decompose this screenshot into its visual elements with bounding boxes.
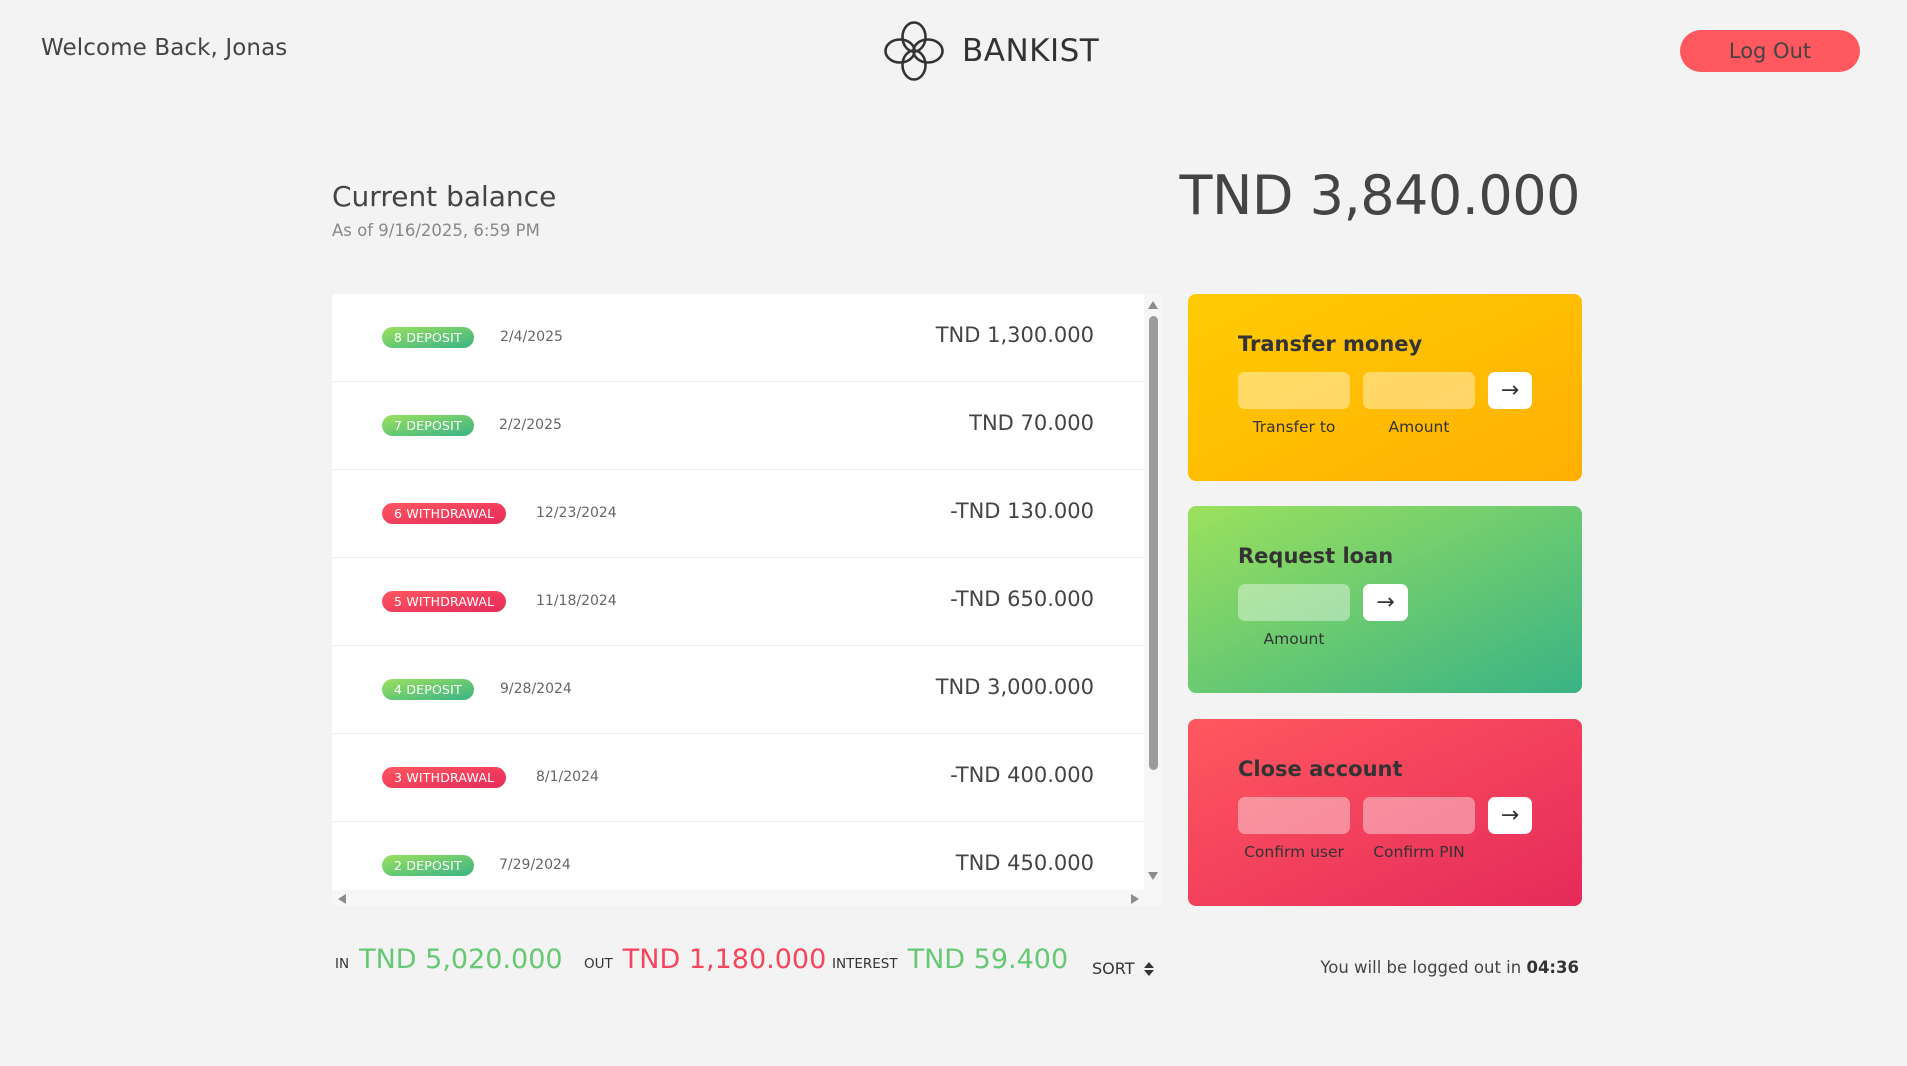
arrow-right-icon: → bbox=[1500, 378, 1520, 403]
movement-date: 2/2/2025 bbox=[499, 417, 562, 433]
summary: In TND 5,020.000 Out TND 1,180.000 Inter… bbox=[335, 944, 1165, 984]
loan-amount-label: Amount bbox=[1263, 630, 1325, 648]
logout-timer-prefix: You will be logged out in bbox=[1320, 958, 1527, 977]
sort-label: SORT bbox=[1092, 959, 1135, 978]
loan-amount-field-group: Amount bbox=[1238, 584, 1350, 648]
movement-row: 7 DEPOSIT 2/2/2025 TND 70.000 bbox=[332, 382, 1144, 470]
transfer-to-input[interactable] bbox=[1238, 372, 1350, 409]
balance-value: TND 3,840.000 bbox=[1179, 164, 1581, 227]
balance-date: As of 9/16/2025, 6:59 PM bbox=[332, 221, 540, 240]
summary-out-label: Out bbox=[584, 956, 613, 972]
horizontal-scrollbar[interactable] bbox=[332, 890, 1163, 906]
scroll-right-icon[interactable] bbox=[1131, 894, 1139, 904]
transfer-amount-label: Amount bbox=[1388, 418, 1450, 436]
movement-value: -TND 400.000 bbox=[950, 763, 1094, 787]
arrow-right-icon: → bbox=[1500, 803, 1520, 828]
movement-type-badge: 7 DEPOSIT bbox=[382, 415, 474, 436]
transfer-amount-field-group: Amount bbox=[1363, 372, 1475, 436]
scrollbar-thumb[interactable] bbox=[1149, 316, 1158, 770]
bankist-logo-icon bbox=[884, 21, 944, 81]
transfer-submit-button[interactable]: → bbox=[1488, 372, 1532, 409]
movement-date: 8/1/2024 bbox=[536, 769, 599, 785]
transfer-form: Transfer to Amount → bbox=[1238, 372, 1532, 436]
close-account-title: Close account bbox=[1238, 757, 1403, 781]
movements-rows: 8 DEPOSIT 2/4/2025 TND 1,300.000 7 DEPOS… bbox=[332, 294, 1144, 906]
summary-out-value: TND 1,180.000 bbox=[622, 944, 827, 975]
transfer-to-label: Transfer to bbox=[1252, 418, 1336, 436]
movement-type-badge: 3 WITHDRAWAL bbox=[382, 767, 507, 788]
close-account-submit-button[interactable]: → bbox=[1488, 797, 1532, 834]
loan-card: Request loan Amount → bbox=[1188, 506, 1582, 693]
summary-interest-value: TND 59.400 bbox=[907, 944, 1069, 975]
confirm-pin-input[interactable] bbox=[1363, 797, 1475, 834]
movement-value: -TND 130.000 bbox=[950, 499, 1094, 523]
movement-row: 5 WITHDRAWAL 11/18/2024 -TND 650.000 bbox=[332, 558, 1144, 646]
loan-form: Amount → bbox=[1238, 584, 1532, 648]
movement-row: 6 WITHDRAWAL 12/23/2024 -TND 130.000 bbox=[332, 470, 1144, 558]
movement-date: 7/29/2024 bbox=[499, 857, 571, 873]
movement-type-badge: 6 WITHDRAWAL bbox=[382, 503, 507, 524]
transfer-to-field-group: Transfer to bbox=[1238, 372, 1350, 436]
summary-in-label: In bbox=[335, 956, 350, 972]
summary-interest-label: Interest bbox=[832, 956, 898, 972]
movements-list[interactable]: 8 DEPOSIT 2/4/2025 TND 1,300.000 7 DEPOS… bbox=[332, 294, 1163, 906]
confirm-pin-label: Confirm PIN bbox=[1373, 843, 1465, 861]
vertical-scrollbar[interactable] bbox=[1144, 294, 1163, 892]
movement-row: 8 DEPOSIT 2/4/2025 TND 1,300.000 bbox=[332, 294, 1144, 382]
loan-submit-button[interactable]: → bbox=[1363, 584, 1408, 621]
summary-interest: Interest TND 59.400 bbox=[832, 944, 1068, 975]
arrow-right-icon: → bbox=[1376, 590, 1395, 615]
close-account-card: Close account Confirm user Confirm PIN → bbox=[1188, 719, 1582, 906]
brand-name: BANKIST bbox=[962, 33, 1100, 69]
close-account-form: Confirm user Confirm PIN → bbox=[1238, 797, 1532, 861]
summary-out: Out TND 1,180.000 bbox=[584, 944, 826, 975]
welcome-message: Welcome Back, Jonas bbox=[41, 35, 288, 61]
sort-updown-icon bbox=[1144, 961, 1155, 976]
logout-timer: You will be logged out in 04:36 bbox=[1320, 958, 1579, 977]
confirm-user-label: Confirm user bbox=[1244, 843, 1344, 861]
movement-value: -TND 650.000 bbox=[950, 587, 1094, 611]
movement-date: 11/18/2024 bbox=[536, 593, 617, 609]
confirm-user-input[interactable] bbox=[1238, 797, 1350, 834]
summary-in: In TND 5,020.000 bbox=[335, 944, 563, 975]
scroll-left-icon[interactable] bbox=[338, 894, 346, 904]
movement-value: TND 70.000 bbox=[969, 411, 1094, 435]
movement-date: 2/4/2025 bbox=[500, 329, 563, 345]
movement-value: TND 450.000 bbox=[955, 851, 1094, 875]
top-nav: Welcome Back, Jonas BANKIST Log Out bbox=[0, 0, 1907, 102]
movement-type-badge: 8 DEPOSIT bbox=[382, 327, 474, 348]
movement-row: 3 WITHDRAWAL 8/1/2024 -TND 400.000 bbox=[332, 734, 1144, 822]
movement-row: 4 DEPOSIT 9/28/2024 TND 3,000.000 bbox=[332, 646, 1144, 734]
scroll-down-icon[interactable] bbox=[1148, 872, 1158, 880]
movement-type-badge: 5 WITHDRAWAL bbox=[382, 591, 507, 612]
movement-value: TND 1,300.000 bbox=[935, 323, 1094, 347]
loan-amount-input[interactable] bbox=[1238, 584, 1350, 621]
transfer-amount-input[interactable] bbox=[1363, 372, 1475, 409]
movement-date: 12/23/2024 bbox=[536, 505, 617, 521]
logout-button[interactable]: Log Out bbox=[1680, 30, 1860, 72]
movement-date: 9/28/2024 bbox=[500, 681, 572, 697]
balance-label: Current balance bbox=[332, 180, 557, 213]
brand: BANKIST bbox=[880, 17, 1099, 85]
confirm-user-field-group: Confirm user bbox=[1238, 797, 1350, 861]
movement-value: TND 3,000.000 bbox=[935, 675, 1094, 699]
movement-type-badge: 2 DEPOSIT bbox=[382, 855, 474, 876]
movement-type-badge: 4 DEPOSIT bbox=[382, 679, 474, 700]
summary-in-value: TND 5,020.000 bbox=[359, 944, 563, 975]
loan-title: Request loan bbox=[1238, 544, 1394, 568]
transfer-card: Transfer money Transfer to Amount → bbox=[1188, 294, 1582, 481]
confirm-pin-field-group: Confirm PIN bbox=[1363, 797, 1475, 861]
scroll-up-icon[interactable] bbox=[1148, 301, 1158, 309]
logout-timer-value: 04:36 bbox=[1526, 958, 1579, 977]
transfer-title: Transfer money bbox=[1238, 332, 1423, 356]
sort-button[interactable]: SORT bbox=[1092, 959, 1155, 978]
